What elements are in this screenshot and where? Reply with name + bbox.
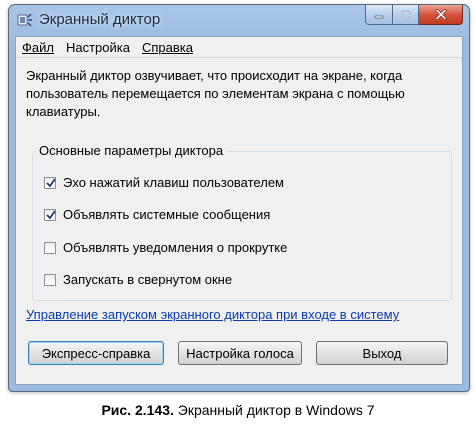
maximize-icon bbox=[400, 10, 411, 19]
option-scroll-notifications[interactable]: Объявлять уведомления о прокрутке bbox=[44, 240, 287, 255]
checkmark-icon bbox=[46, 177, 56, 187]
exit-button[interactable]: Выход bbox=[316, 341, 448, 365]
menu-settings-label: Настройка bbox=[65, 39, 130, 55]
voice-settings-button[interactable]: Настройка голоса bbox=[178, 341, 302, 365]
menu-file-label: Файл bbox=[22, 39, 54, 55]
close-button[interactable] bbox=[419, 5, 463, 25]
menu-bar: Файл Настройка Справка bbox=[16, 37, 462, 58]
logon-startup-link[interactable]: Управление запуском экранного диктора пр… bbox=[26, 307, 399, 322]
checkmark-icon bbox=[46, 209, 56, 219]
options-group-title: Основные параметры диктора bbox=[36, 143, 227, 158]
option-start-minimized[interactable]: Запускать в свернутом окне bbox=[44, 272, 232, 287]
exit-label: Выход bbox=[362, 345, 402, 361]
quick-help-label: Экспресс-справка bbox=[41, 345, 151, 361]
voice-settings-label: Настройка голоса bbox=[186, 345, 294, 361]
system-messages-checkbox[interactable] bbox=[44, 208, 56, 221]
system-messages-label: Объявлять системные сообщения bbox=[63, 207, 271, 222]
quick-help-button[interactable]: Экспресс-справка bbox=[28, 341, 164, 365]
figure-caption-text: Экранный диктор в Windows 7 bbox=[173, 402, 375, 418]
option-system-messages[interactable]: Объявлять системные сообщения bbox=[44, 207, 270, 222]
caption-buttons bbox=[365, 5, 463, 25]
menu-help-label: Справка bbox=[141, 39, 193, 55]
start-minimized-label: Запускать в свернутом окне bbox=[63, 272, 233, 287]
maximize-button[interactable] bbox=[393, 5, 419, 25]
close-icon bbox=[435, 9, 446, 20]
keystroke-echo-checkbox[interactable] bbox=[44, 176, 56, 189]
menu-settings[interactable]: Настройка bbox=[60, 40, 136, 55]
title-bar[interactable]: Экранный диктор bbox=[9, 5, 469, 35]
client-area: Файл Настройка Справка Экранный диктор о… bbox=[15, 36, 463, 385]
minimize-icon bbox=[374, 15, 384, 18]
minimize-button[interactable] bbox=[365, 5, 393, 25]
window-title: Экранный диктор bbox=[39, 11, 161, 28]
menu-help[interactable]: Справка bbox=[136, 40, 199, 55]
start-minimized-checkbox[interactable] bbox=[44, 273, 56, 286]
figure-number: Рис. 2.143. bbox=[101, 402, 174, 418]
option-keystroke-echo[interactable]: Эхо нажатий клавиш пользователем bbox=[44, 175, 284, 190]
keystroke-echo-label: Эхо нажатий клавиш пользователем bbox=[63, 175, 284, 190]
description-text: Экранный диктор озвучивает, что происход… bbox=[26, 68, 405, 119]
figure-caption: Рис. 2.143. Экранный диктор в Windows 7 bbox=[0, 402, 476, 418]
menu-file[interactable]: Файл bbox=[16, 40, 60, 55]
scroll-notifications-label: Объявлять уведомления о прокрутке bbox=[63, 240, 288, 255]
narrator-window: Экранный диктор Файл Настройка Справка Э… bbox=[8, 4, 470, 392]
scroll-notifications-checkbox[interactable] bbox=[44, 241, 56, 254]
narrator-app-icon bbox=[17, 12, 33, 28]
